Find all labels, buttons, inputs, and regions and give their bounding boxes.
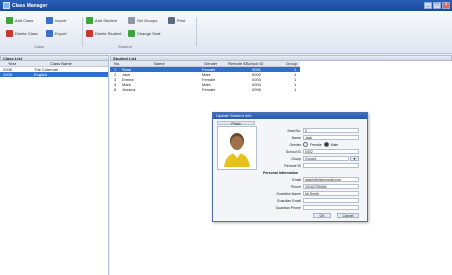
app-icon <box>3 2 10 9</box>
add-student-label: Add Student <box>95 18 118 23</box>
phone-field[interactable]: 00162789456 <box>303 184 359 189</box>
add-class-icon <box>6 17 13 24</box>
update-student-dialog: Update Student Info Photo Seat No. 2 Nam… <box>212 112 368 222</box>
gender-male-label: Male <box>330 142 339 147</box>
add-class-label: Add Class <box>15 18 34 23</box>
maximize-icon[interactable]: □ <box>433 2 441 9</box>
import-button[interactable]: Import <box>46 16 66 25</box>
gender-female-radio[interactable] <box>303 142 308 147</box>
photo-button[interactable]: Photo <box>217 121 255 126</box>
export-icon <box>46 30 53 37</box>
class-row-selected[interactable]: 2008 English <box>0 72 108 77</box>
delete-student-icon <box>86 30 93 37</box>
personal-info-heading: Personal Information <box>263 171 299 175</box>
delete-student-button[interactable]: Delete Student <box>86 29 121 38</box>
seat-no-field[interactable]: 2 <box>303 128 359 133</box>
student-school-id: 0005 <box>252 87 261 92</box>
add-student-button[interactable]: Add Student <box>86 16 117 25</box>
column-name[interactable]: Name <box>154 61 165 66</box>
student-gender: Female <box>202 87 216 92</box>
gender-label: Gender <box>289 143 301 147</box>
gender-radio-group: Female Male <box>303 142 338 147</box>
guardian-email-label: Guardian Email <box>276 199 301 203</box>
set-groups-icon <box>128 17 135 24</box>
ok-button[interactable]: OK <box>313 213 331 218</box>
class-name: English <box>34 72 48 77</box>
group-label-student: Student <box>118 44 132 49</box>
dialog-title: Update Student Info <box>213 113 367 119</box>
set-groups-label: Set Groups <box>137 18 158 23</box>
delete-class-button[interactable]: Delete Class <box>6 29 38 38</box>
seat-no-label: Seat No. <box>287 129 301 133</box>
school-id-label: School ID <box>285 150 301 154</box>
change-seat-icon <box>128 30 135 37</box>
ribbon-toolbar: Add Class Import Delete Class Export Cla… <box>0 11 452 54</box>
column-group[interactable]: Group <box>286 61 297 66</box>
column-gender[interactable]: Gender <box>204 61 217 66</box>
column-no[interactable]: No. <box>114 61 120 66</box>
school-id-field[interactable]: 0002 <box>303 149 359 154</box>
add-student-icon <box>86 17 93 24</box>
close-icon[interactable]: × <box>442 2 450 9</box>
delete-student-label: Delete Student <box>95 31 122 36</box>
cancel-button[interactable]: Cancel <box>337 213 359 218</box>
group-label: Group <box>291 157 301 161</box>
print-button[interactable]: Print <box>168 16 185 25</box>
name-label: Name <box>291 136 301 140</box>
toolbar-separator <box>196 17 197 47</box>
guardian-name-label: Guardian Name <box>276 192 301 196</box>
export-label: Export <box>55 31 67 36</box>
email-label: Email <box>292 178 301 182</box>
print-label: Print <box>177 18 186 23</box>
guardian-phone-label: Guardian Phone <box>275 206 302 210</box>
student-row[interactable]: 5 Jessica Female 0005 1 <box>110 87 300 92</box>
phone-label: Phone <box>290 185 301 189</box>
student-name: Jessica <box>122 87 136 92</box>
email-field[interactable]: jackmith@anymail.com <box>303 177 359 182</box>
student-group: 1 <box>294 87 297 92</box>
change-seat-button[interactable]: Change Seat <box>128 29 160 38</box>
column-remote-id[interactable]: Remote ID <box>228 61 247 66</box>
print-icon <box>168 17 175 24</box>
name-field[interactable]: Jack <box>303 135 359 140</box>
column-year[interactable]: Year <box>8 61 16 66</box>
column-class-name[interactable]: Class Name <box>50 61 72 66</box>
chevron-down-icon[interactable]: ▼ <box>350 156 359 161</box>
gender-male-radio[interactable] <box>323 142 329 147</box>
student-no: 5 <box>114 87 117 92</box>
gender-female-label: Female <box>310 142 322 147</box>
toolbar-separator <box>82 17 83 47</box>
column-school-id[interactable]: School ID <box>246 61 263 66</box>
group-select[interactable]: Group1 <box>303 156 349 161</box>
class-year: 2008 <box>3 72 12 77</box>
set-groups-button[interactable]: Set Groups <box>128 16 157 25</box>
remote-id-field[interactable] <box>303 163 359 168</box>
guardian-email-field[interactable] <box>303 198 359 203</box>
delete-class-icon <box>6 30 13 37</box>
import-label: Import <box>55 18 67 23</box>
window-title: Class Manager <box>12 3 48 9</box>
guardian-phone-field[interactable] <box>303 205 359 210</box>
export-button[interactable]: Export <box>46 29 67 38</box>
minimize-icon[interactable]: _ <box>424 2 432 9</box>
avatar-icon <box>224 133 250 167</box>
delete-class-label: Delete Class <box>15 31 38 36</box>
change-seat-label: Change Seat <box>137 31 161 36</box>
class-list-panel: Year Class Name 2008 The Coleman 2008 En… <box>0 61 109 275</box>
add-class-button[interactable]: Add Class <box>6 16 33 25</box>
group-label-class: Class <box>34 44 45 49</box>
import-icon <box>46 17 53 24</box>
window-controls: _ □ × <box>424 2 450 9</box>
title-bar: Class Manager _ □ × <box>0 0 452 11</box>
remote-id-label: Remote ID <box>284 164 301 168</box>
guardian-name-field[interactable]: Mr.Smith <box>303 191 359 196</box>
